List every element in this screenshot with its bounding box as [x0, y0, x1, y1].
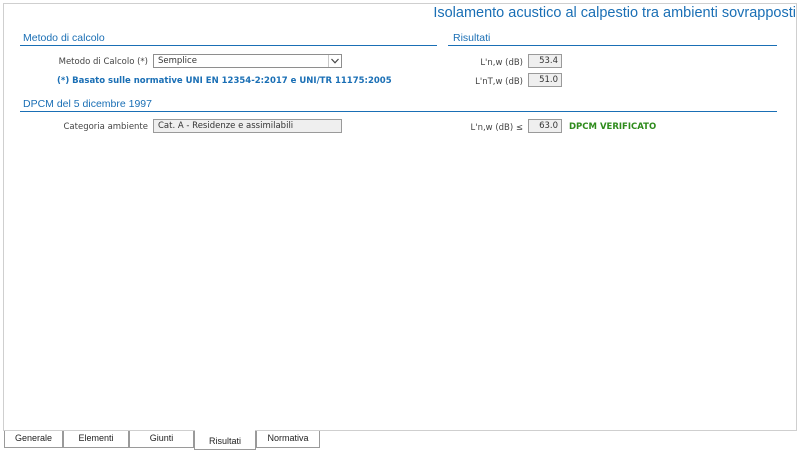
- lnw-label: L'n,w (dB): [480, 58, 523, 68]
- tab-bar: Generale Elementi Giunti Risultati Norma…: [4, 430, 800, 451]
- category-label: Categoria ambiente: [63, 122, 149, 132]
- main-panel: [3, 3, 797, 431]
- limit-label: L'n,w (dB) ≤: [470, 123, 524, 133]
- tab-giunti[interactable]: Giunti: [129, 431, 194, 448]
- tab-normativa[interactable]: Normativa: [256, 431, 320, 448]
- section-title-dpcm: DPCM del 5 dicembre 1997: [23, 98, 152, 110]
- lntw-value: 51.0: [528, 73, 562, 87]
- limit-value: 63.0: [528, 119, 562, 133]
- method-label: Metodo di Calcolo (*): [58, 57, 148, 67]
- lntw-label: L'nT,w (dB): [475, 77, 523, 87]
- section-divider-metodo: [20, 45, 437, 46]
- section-divider-dpcm: [20, 111, 777, 112]
- tab-generale[interactable]: Generale: [4, 431, 63, 448]
- page-title: Isolamento acustico al calpestio tra amb…: [433, 5, 796, 21]
- method-dropdown[interactable]: Semplice: [153, 54, 342, 68]
- tab-risultati[interactable]: Risultati: [194, 430, 256, 450]
- category-field: Cat. A - Residenze e assimilabili: [153, 119, 342, 133]
- section-title-risultati: Risultati: [453, 32, 491, 44]
- section-title-metodo: Metodo di calcolo: [23, 32, 105, 44]
- section-divider-risultati: [448, 45, 777, 46]
- status-badge: DPCM VERIFICATO: [569, 122, 657, 132]
- chevron-down-icon[interactable]: [328, 55, 341, 67]
- tab-elementi[interactable]: Elementi: [63, 431, 129, 448]
- method-dropdown-value: Semplice: [158, 56, 197, 66]
- normative-note: (*) Basato sulle normative UNI EN 12354-…: [57, 76, 392, 86]
- lnw-value: 53.4: [528, 54, 562, 68]
